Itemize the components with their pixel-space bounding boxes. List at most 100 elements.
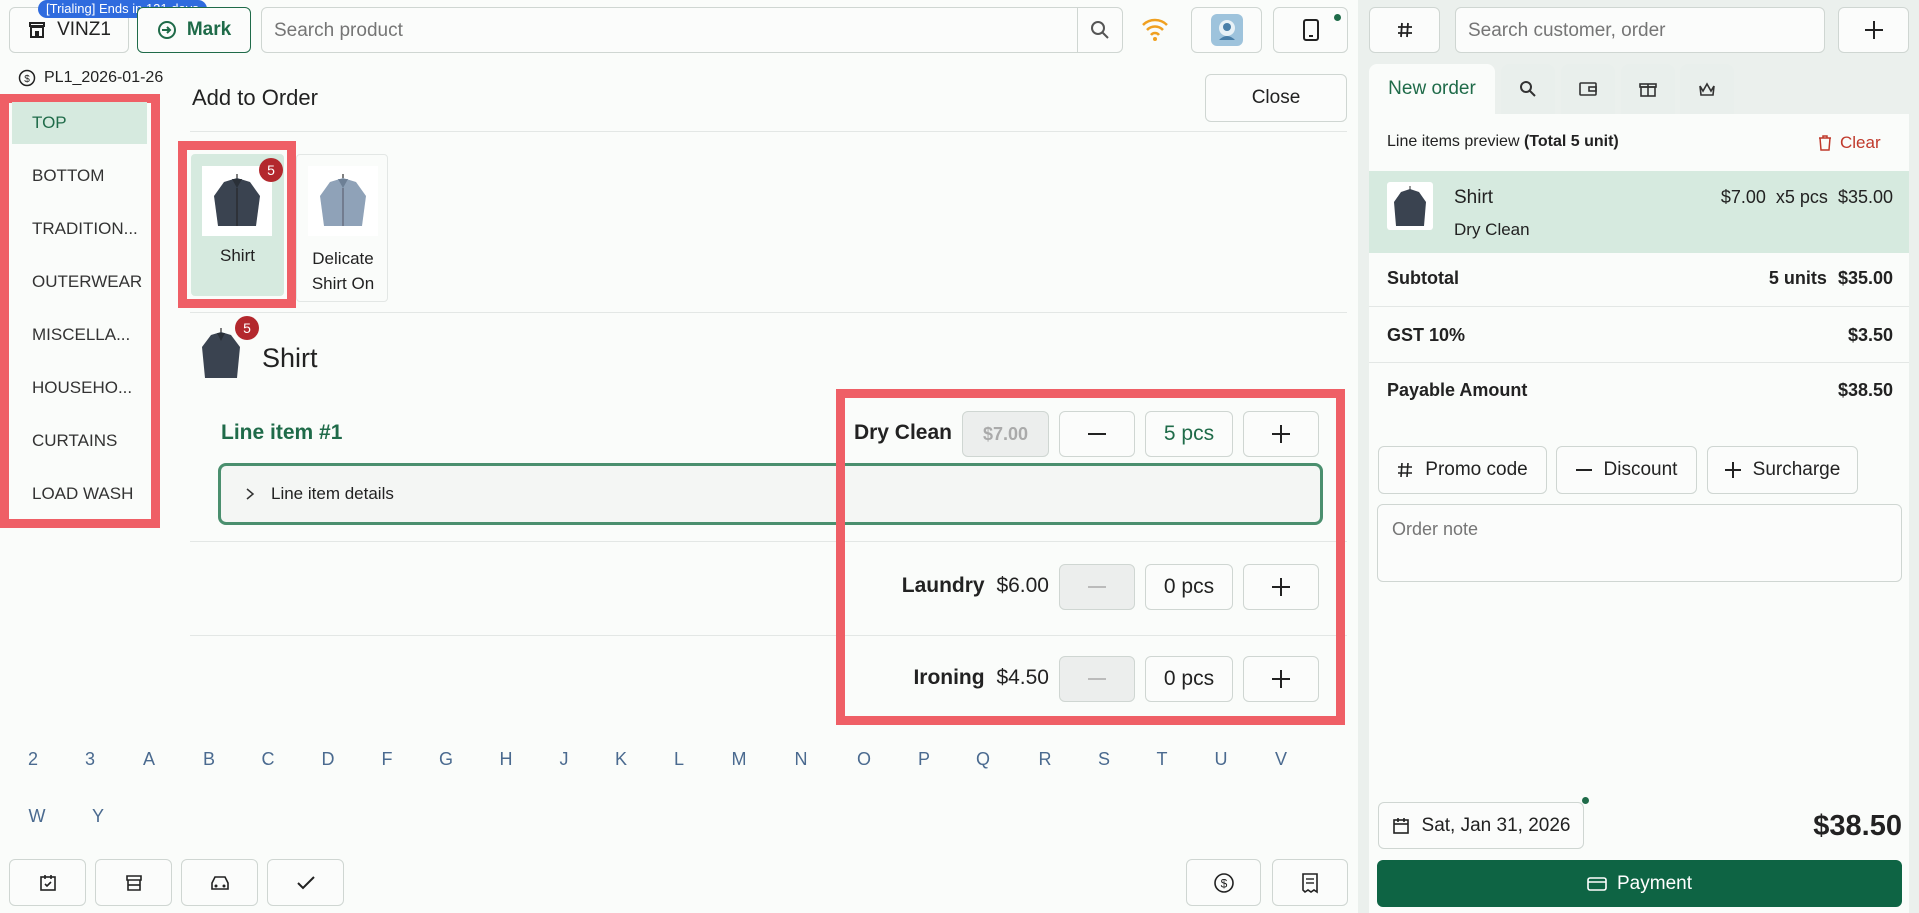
service-name: Dry Clean: [853, 421, 952, 444]
subtotal-label: Subtotal: [1387, 268, 1459, 288]
alphabet-letter[interactable]: N: [786, 749, 816, 770]
complete-action-button[interactable]: [267, 859, 344, 906]
alphabet-letter[interactable]: Y: [83, 806, 113, 827]
alphabet-letter[interactable]: O: [849, 749, 879, 770]
alphabet-letter[interactable]: V: [1266, 749, 1296, 770]
category-item[interactable]: MISCELLA...: [12, 314, 147, 356]
service-price: $4.50: [996, 666, 1049, 689]
payable-value: $38.50: [1837, 380, 1893, 400]
trash-icon: [1818, 135, 1832, 151]
device-button[interactable]: [1273, 7, 1348, 53]
product-tile-delicate-shirt[interactable]: Delicate Shirt On: [296, 154, 388, 302]
plus-icon: [1272, 578, 1290, 596]
alphabet-letter[interactable]: C: [253, 749, 283, 770]
line-item-details-label: Line item details: [271, 484, 394, 503]
cash-button[interactable]: $: [1186, 859, 1261, 906]
surcharge-label: Surcharge: [1752, 459, 1841, 480]
increment-button[interactable]: [1243, 564, 1319, 610]
clear-button[interactable]: Clear: [1818, 133, 1881, 153]
decrement-button[interactable]: [1059, 564, 1135, 610]
tab-new-order[interactable]: New order: [1369, 64, 1495, 114]
line-item-title: Line item #1: [221, 421, 343, 444]
date-label: Sat, Jan 31, 2026: [1421, 814, 1571, 836]
svg-text:$: $: [24, 74, 30, 85]
dollar-circle-icon: $: [18, 69, 36, 87]
alphabet-letter[interactable]: J: [549, 749, 579, 770]
alphabet-letter[interactable]: H: [491, 749, 521, 770]
date-picker[interactable]: Sat, Jan 31, 2026: [1378, 802, 1584, 849]
alphabet-letter[interactable]: F: [372, 749, 402, 770]
customer-search-input[interactable]: [1468, 18, 1808, 44]
service-price-input[interactable]: $7.00: [962, 411, 1049, 457]
increment-button[interactable]: [1243, 656, 1319, 702]
service-label: Laundry $6.00: [820, 574, 1049, 598]
alphabet-letter[interactable]: 3: [75, 749, 105, 770]
line-name: Shirt: [1454, 187, 1494, 208]
category-item[interactable]: TOP: [12, 102, 147, 144]
alphabet-letter[interactable]: Q: [968, 749, 998, 770]
customer-search[interactable]: [1455, 7, 1825, 53]
order-note-field[interactable]: [1377, 504, 1902, 582]
line-unit-price: $7.00: [1720, 187, 1766, 207]
add-to-order-title: Add to Order: [192, 85, 318, 110]
tab-wallet[interactable]: [1561, 64, 1615, 114]
close-button[interactable]: Close: [1205, 74, 1347, 122]
add-customer-button[interactable]: [1838, 7, 1909, 53]
decrement-button[interactable]: [1059, 656, 1135, 702]
hash-button[interactable]: [1369, 7, 1440, 53]
alphabet-letter[interactable]: W: [22, 806, 52, 827]
category-item[interactable]: HOUSEHO...: [12, 367, 147, 409]
shirt-icon: [308, 166, 378, 236]
category-item[interactable]: BOTTOM: [12, 155, 147, 197]
promo-code-button[interactable]: Promo code: [1378, 446, 1547, 494]
store-action-button[interactable]: [95, 859, 172, 906]
minus-icon: [1088, 678, 1106, 680]
increment-button[interactable]: [1243, 411, 1319, 457]
delivery-action-button[interactable]: [181, 859, 258, 906]
alphabet-letter[interactable]: 2: [18, 749, 48, 770]
surcharge-button[interactable]: Surcharge: [1707, 446, 1858, 494]
receipt-button[interactable]: [1272, 859, 1348, 906]
line-total: $35.00: [1837, 187, 1893, 207]
promo-code-label: Promo code: [1425, 459, 1528, 480]
product-tile-shirt[interactable]: 5 Shirt: [191, 154, 284, 296]
category-item[interactable]: TRADITION...: [12, 208, 147, 250]
search-icon[interactable]: [1090, 20, 1110, 40]
category-item[interactable]: OUTERWEAR: [12, 261, 147, 303]
minus-icon: [1088, 433, 1106, 435]
category-item[interactable]: CURTAINS: [12, 420, 147, 462]
quantity-display: 0 pcs: [1145, 656, 1233, 702]
tab-crown[interactable]: [1680, 64, 1734, 114]
discount-button[interactable]: Discount: [1556, 446, 1697, 494]
hash-icon: [1396, 21, 1414, 39]
alphabet-letter[interactable]: B: [194, 749, 224, 770]
payment-button[interactable]: Payment: [1377, 860, 1902, 907]
alphabet-letter[interactable]: L: [664, 749, 694, 770]
alphabet-letter[interactable]: K: [606, 749, 636, 770]
subtotal-row: Subtotal 5 units $35.00: [1387, 268, 1893, 289]
line-preview-row[interactable]: Shirt Dry Clean $7.00 x5 pcs $35.00: [1369, 171, 1909, 253]
mark-button[interactable]: Mark: [137, 7, 251, 53]
category-item[interactable]: LOAD WASH: [12, 473, 147, 515]
alphabet-letter[interactable]: P: [909, 749, 939, 770]
alphabet-letter[interactable]: R: [1030, 749, 1060, 770]
subtotal-value: $35.00: [1837, 268, 1893, 288]
product-search-input[interactable]: [274, 18, 1054, 44]
minus-icon: [1088, 586, 1106, 588]
alphabet-letter[interactable]: A: [134, 749, 164, 770]
alphabet-letter[interactable]: D: [313, 749, 343, 770]
avatar-button[interactable]: [1191, 7, 1262, 53]
tab-search[interactable]: [1501, 64, 1555, 114]
decrement-button[interactable]: [1059, 411, 1135, 457]
tab-gift[interactable]: [1621, 64, 1675, 114]
alphabet-letter[interactable]: G: [431, 749, 461, 770]
alphabet-letter[interactable]: U: [1206, 749, 1236, 770]
alphabet-letter[interactable]: S: [1089, 749, 1119, 770]
alphabet-letter[interactable]: T: [1147, 749, 1177, 770]
calendar-action-button[interactable]: [9, 859, 86, 906]
preview-label: Line items preview: [1387, 133, 1520, 150]
product-search[interactable]: [261, 7, 1123, 53]
plus-icon: [1272, 670, 1290, 688]
alphabet-letter[interactable]: M: [724, 749, 754, 770]
gst-row: GST 10% $3.50: [1387, 325, 1893, 346]
